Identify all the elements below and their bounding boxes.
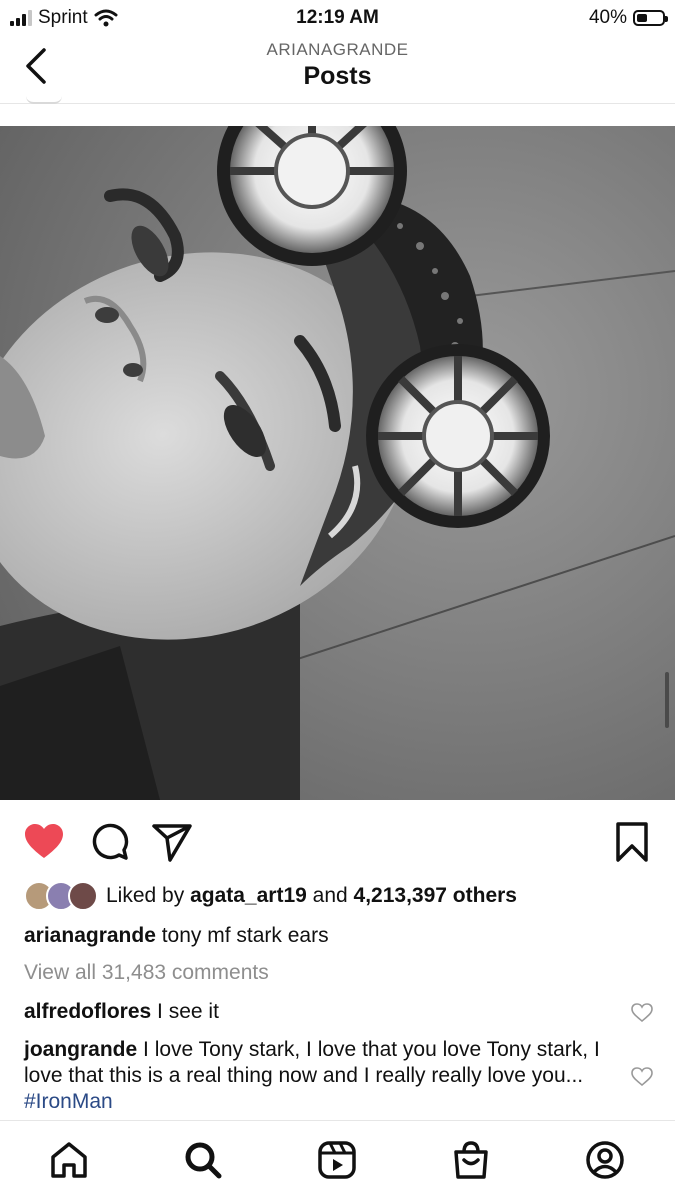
battery-percent: 40% bbox=[588, 7, 627, 28]
comment-like-button[interactable] bbox=[631, 1003, 653, 1023]
profile-icon bbox=[586, 1141, 624, 1179]
tab-reels[interactable] bbox=[316, 1139, 358, 1181]
tab-bar bbox=[0, 1120, 675, 1200]
caption-text: tony mf stark ears bbox=[155, 924, 329, 947]
post-photo bbox=[0, 126, 675, 800]
comment-icon bbox=[92, 823, 129, 860]
bookmark-icon bbox=[616, 822, 648, 862]
battery-icon bbox=[633, 10, 668, 26]
view-all-comments-link[interactable]: View all 31,483 comments bbox=[24, 961, 269, 985]
likes-middle: and bbox=[306, 884, 354, 907]
avatar bbox=[68, 881, 98, 911]
tab-profile[interactable] bbox=[584, 1139, 626, 1181]
tab-shop[interactable] bbox=[450, 1139, 492, 1181]
shop-icon bbox=[454, 1141, 488, 1179]
post-image[interactable] bbox=[0, 126, 675, 800]
comment-button[interactable] bbox=[88, 820, 132, 864]
comment-like-button[interactable] bbox=[631, 1067, 653, 1087]
comment-item: joangrande I love Tony stark, I love tha… bbox=[24, 1037, 614, 1115]
ear-right bbox=[366, 344, 550, 528]
status-bar: Sprint 12:19 AM 40% bbox=[0, 0, 675, 34]
heart-outline-icon bbox=[631, 1067, 653, 1087]
liker-avatars bbox=[24, 881, 100, 911]
likes-prefix: Liked by bbox=[106, 884, 191, 907]
caption-username[interactable]: arianagrande bbox=[24, 924, 156, 947]
post-actions bbox=[0, 810, 675, 870]
page-title: Posts bbox=[303, 62, 372, 90]
liker-username[interactable]: agata_art19 bbox=[190, 884, 307, 907]
comment-text: I see it bbox=[151, 1000, 219, 1023]
battery-fill bbox=[637, 14, 647, 22]
status-right: 40% bbox=[588, 7, 668, 29]
post-caption: arianagrande tony mf stark ears bbox=[24, 924, 329, 948]
status-time: 12:19 AM bbox=[296, 7, 379, 28]
hashtag-link[interactable]: #IronMan bbox=[24, 1090, 113, 1113]
comment-username[interactable]: alfredoflores bbox=[24, 1000, 151, 1023]
send-icon bbox=[152, 824, 192, 862]
header-username: ARIANAGRANDE bbox=[266, 40, 409, 59]
comment-username[interactable]: joangrande bbox=[24, 1038, 137, 1061]
heart-filled-icon bbox=[25, 824, 63, 858]
likes-row[interactable]: Liked by agata_art19 and 4,213,397 other… bbox=[24, 880, 517, 912]
search-icon bbox=[185, 1142, 222, 1179]
nav-header: ARIANAGRANDE Posts bbox=[0, 34, 675, 104]
reels-icon bbox=[318, 1141, 356, 1179]
heart-outline-icon bbox=[631, 1003, 653, 1023]
scroll-indicator[interactable] bbox=[665, 672, 669, 728]
save-button[interactable] bbox=[612, 820, 656, 864]
tab-search[interactable] bbox=[182, 1139, 224, 1181]
share-button[interactable] bbox=[150, 820, 194, 864]
home-icon bbox=[51, 1142, 87, 1178]
likes-count[interactable]: 4,213,397 others bbox=[354, 884, 517, 907]
likes-text: Liked by agata_art19 and 4,213,397 other… bbox=[106, 884, 517, 908]
like-button[interactable] bbox=[22, 820, 66, 864]
comment-item: alfredoflores I see it bbox=[24, 999, 614, 1025]
tab-home[interactable] bbox=[48, 1139, 90, 1181]
avatar bbox=[26, 96, 62, 104]
